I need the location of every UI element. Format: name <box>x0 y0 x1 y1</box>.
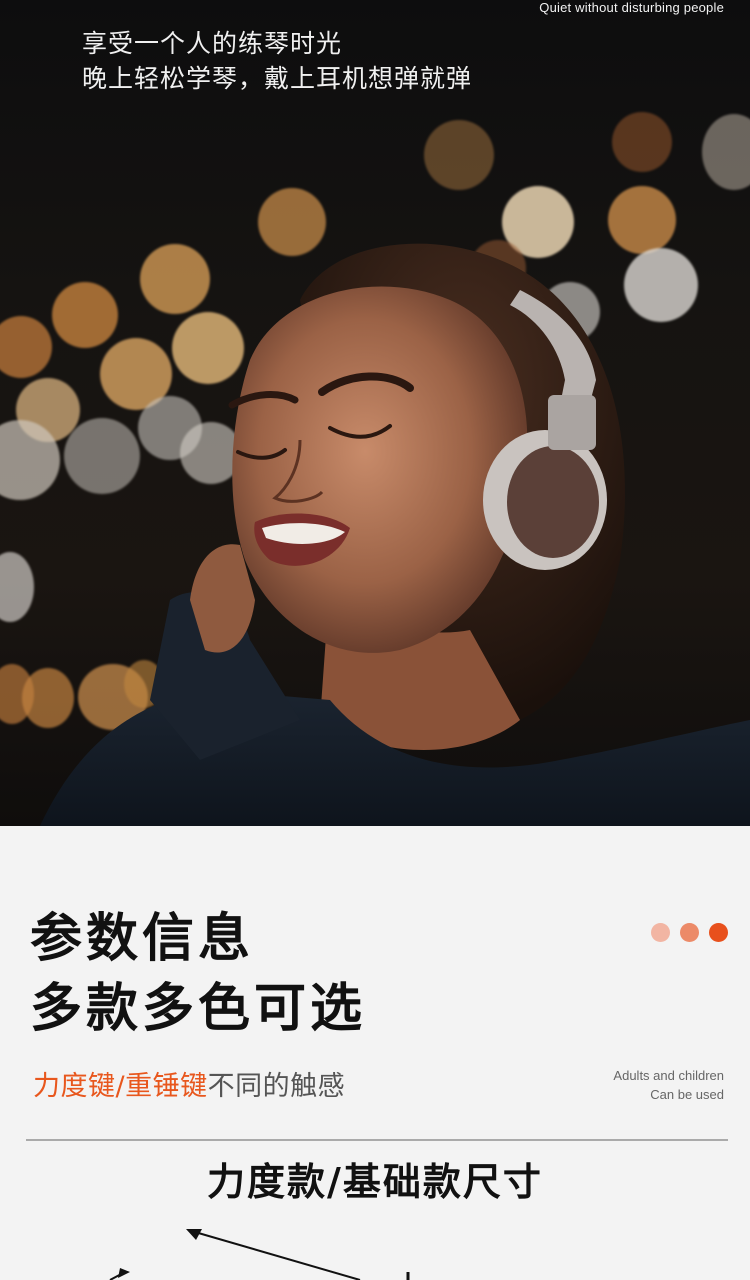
woman-with-headphones-photo <box>40 243 750 826</box>
size-title: 力度款/基础款尺寸 <box>207 1160 543 1204</box>
dimension-arrows <box>109 1229 410 1280</box>
dot-dark <box>709 923 728 942</box>
info-section: 参数信息 多款多色可选 力度键/重锤键不同的触感 Adults and chil… <box>0 826 750 1280</box>
key-type-accent: 力度键/重锤键 <box>33 1071 208 1102</box>
hero-section: Quiet without disturbing people 享受一个人的练琴… <box>0 0 750 826</box>
divider-line <box>26 1139 728 1141</box>
hero-title: 享受一个人的练琴时光 晚上轻松学琴，戴上耳机想弹就弹 <box>82 26 472 96</box>
tagline-english: Quiet without disturbing people <box>539 0 724 15</box>
heading-options: 多款多色可选 <box>30 979 367 1039</box>
adults-children-note: Adults and children Can be used <box>613 1066 724 1104</box>
hero-title-line-2: 晚上轻松学琴，戴上耳机想弹就弹 <box>82 64 473 93</box>
heading-parameters: 参数信息 <box>30 909 255 969</box>
decorative-dots <box>651 923 728 942</box>
key-touch-text: 不同的触感 <box>207 1071 346 1102</box>
dot-medium <box>680 923 699 942</box>
key-touch-line: 力度键/重锤键不同的触感 <box>33 1064 345 1103</box>
hero-title-line-1: 享受一个人的练琴时光 <box>82 29 343 58</box>
adults-line-1: Adults and children <box>613 1068 724 1083</box>
adults-line-2: Can be used <box>650 1087 724 1102</box>
dot-light <box>651 923 670 942</box>
